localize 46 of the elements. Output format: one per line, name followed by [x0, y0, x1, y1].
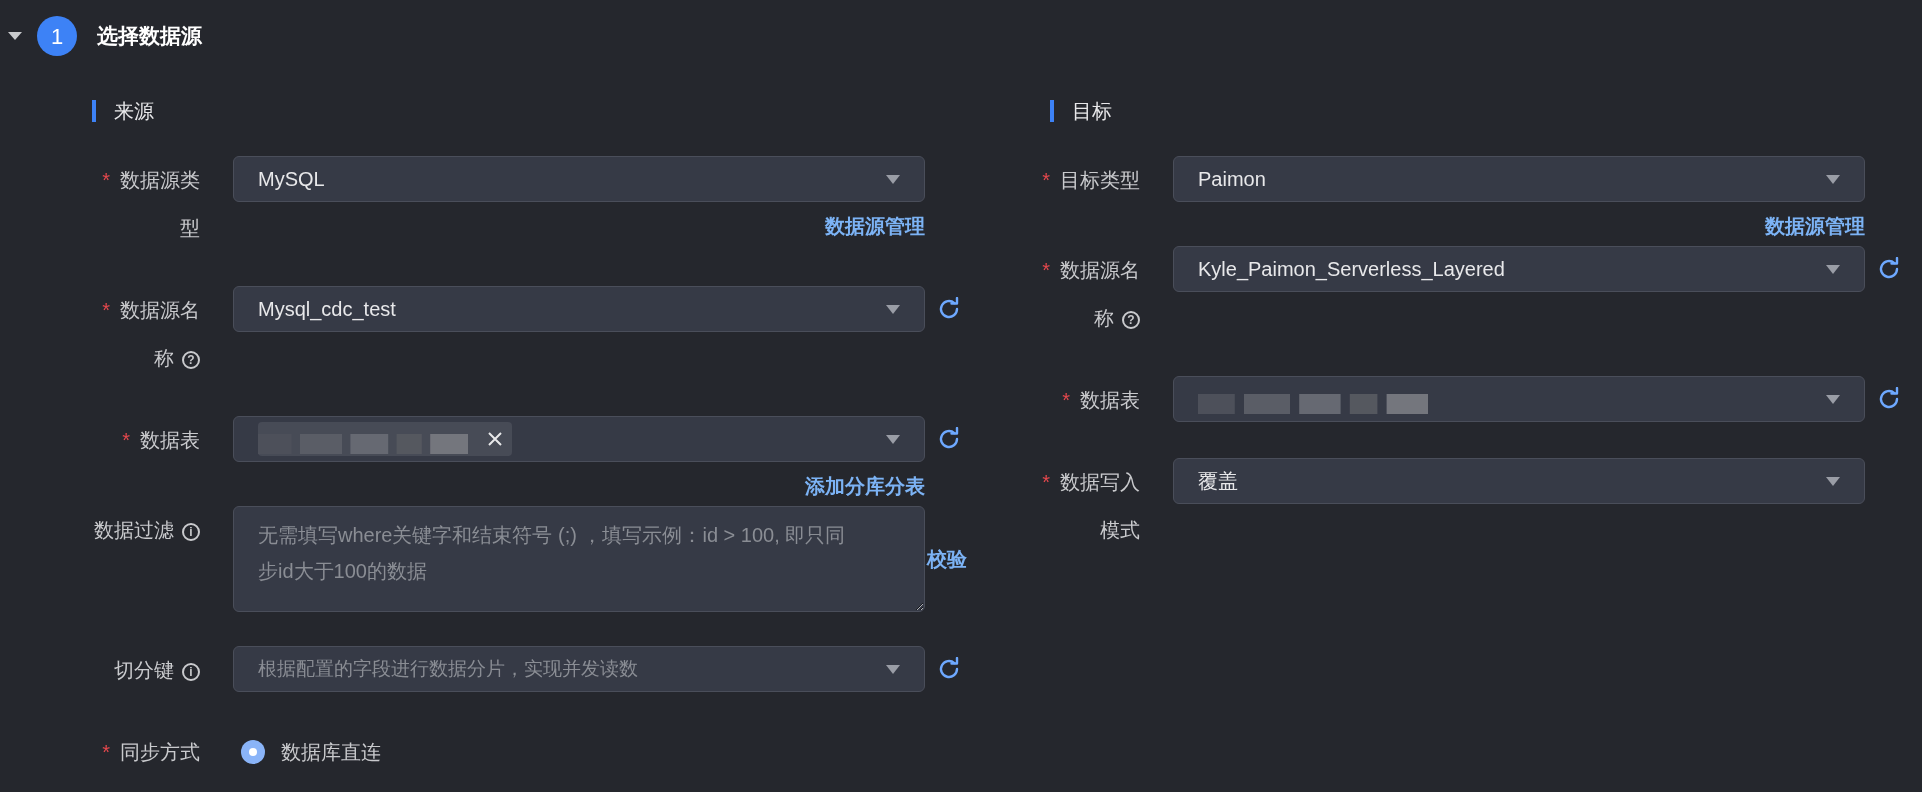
filter-textarea[interactable]: 无需填写where关键字和结束符号 (;) ，填写示例：id > 100, 即只同步id大于100的数据: [233, 506, 925, 612]
field-label: * 目标类型: [1042, 169, 1140, 191]
select-field[interactable]: Paimon: [1173, 156, 1865, 202]
radio-button[interactable]: [241, 740, 265, 764]
field-label: * 同步方式: [102, 741, 200, 763]
caret-icon: [886, 664, 900, 674]
manage-link[interactable]: 添加分库分表: [805, 472, 925, 500]
refresh-icon[interactable]: [937, 657, 961, 681]
caret-icon: [1826, 394, 1840, 404]
caret-icon: [886, 434, 900, 444]
field-label: * 数据源类型: [102, 169, 200, 239]
caret-icon: [1826, 174, 1840, 184]
field-label: * 数据表: [122, 429, 200, 451]
group-title: 目标: [1072, 99, 1112, 124]
refresh-icon[interactable]: [1877, 257, 1901, 281]
help-icon[interactable]: i: [182, 523, 200, 541]
manage-link[interactable]: 数据源管理: [1765, 212, 1865, 240]
validate-link[interactable]: 校验: [927, 544, 967, 574]
field-label: * 数据表: [1062, 389, 1140, 411]
field-label: * 数据源名称 ?: [1042, 259, 1140, 329]
select-field[interactable]: [233, 416, 925, 462]
caret-icon: [1826, 476, 1840, 486]
field-label: 数据过滤 i: [94, 519, 200, 541]
help-icon[interactable]: ?: [182, 351, 200, 369]
manage-link[interactable]: 数据源管理: [825, 212, 925, 240]
help-icon[interactable]: ?: [1122, 311, 1140, 329]
section-title: 选择数据源: [97, 23, 202, 50]
field-label: 切分键 i: [114, 659, 200, 681]
field-label: * 数据写入模式: [1042, 471, 1140, 541]
help-icon[interactable]: i: [182, 663, 200, 681]
select-field[interactable]: Kyle_Paimon_Serverless_Layered: [1173, 246, 1865, 292]
group-title: 来源: [114, 99, 154, 124]
refresh-icon[interactable]: [1877, 387, 1901, 411]
caret-icon: [1826, 264, 1840, 274]
radio-option[interactable]: 数据库直连: [241, 737, 381, 767]
refresh-icon[interactable]: [937, 427, 961, 451]
caret-icon: [886, 304, 900, 314]
step-number: 1: [37, 16, 77, 56]
field-label: * 数据源名称 ?: [102, 299, 200, 369]
close-icon[interactable]: [488, 432, 502, 446]
select-field[interactable]: MySQL: [233, 156, 925, 202]
select-field[interactable]: Mysql_cdc_test: [233, 286, 925, 332]
caret-icon: [886, 174, 900, 184]
select-field[interactable]: 覆盖: [1173, 458, 1865, 504]
select-field[interactable]: [1173, 376, 1865, 422]
refresh-icon[interactable]: [937, 297, 961, 321]
